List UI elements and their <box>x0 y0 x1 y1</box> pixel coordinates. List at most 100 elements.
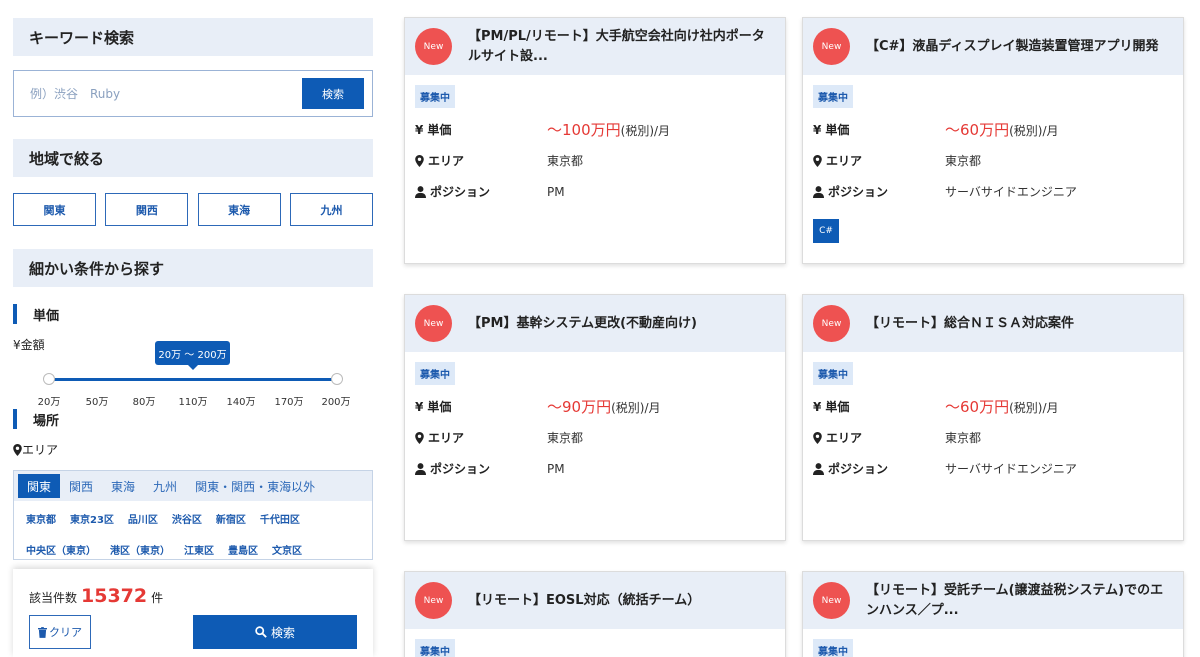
ward-link[interactable]: 東京23区 <box>70 511 114 526</box>
ward-list: 東京都 東京23区 品川区 渋谷区 新宿区 千代田区 中央区（東京） 港区（東京… <box>14 501 354 559</box>
position-row: ポジション PM <box>415 176 775 207</box>
price-subheading-label: 単価 <box>33 308 60 324</box>
ward-link[interactable]: 豊島区 <box>228 542 258 557</box>
clear-button[interactable]: クリア <box>29 615 91 649</box>
job-card-body: 募集中 <box>405 629 785 657</box>
slider-max-handle[interactable] <box>331 373 343 385</box>
job-card-header: New 【リモート】EOSL対応（統括チーム） <box>405 572 785 629</box>
new-badge: New <box>813 28 850 65</box>
ward-link[interactable]: 品川区 <box>128 511 158 526</box>
status-badge: 募集中 <box>415 85 455 108</box>
job-card-header: New 【リモート】受託チーム(譲渡益税システム)でのエンハンス／プ... <box>803 572 1183 629</box>
trash-icon <box>38 626 47 638</box>
tab-kanto[interactable]: 関東 <box>18 474 61 498</box>
ward-link[interactable]: 文京区 <box>272 542 302 557</box>
area-tabs-box: 関東 関西 東海 九州 関東・関西・東海以外 東京都 東京23区 品川区 渋谷区… <box>13 470 373 560</box>
region-button-kyushu[interactable]: 九州 <box>289 193 373 226</box>
job-title[interactable]: 【PM/PL/リモート】大手航空会社向け社内ポータルサイト設... <box>468 27 785 67</box>
new-badge: New <box>813 305 850 342</box>
position-label-text: ポジション <box>828 185 889 199</box>
area-row: エリア 東京都 <box>415 145 775 176</box>
area-value: 東京都 <box>945 431 982 445</box>
job-card-header: New 【C#】液晶ディスプレイ製造装置管理アプリ開発 <box>803 18 1183 75</box>
new-badge: New <box>415 28 452 65</box>
ward-link[interactable]: 東京都 <box>26 511 56 526</box>
job-card[interactable]: New 【C#】液晶ディスプレイ製造装置管理アプリ開発 募集中 ¥ 単価 〜60万… <box>802 17 1184 264</box>
map-pin-icon <box>13 443 22 456</box>
job-card[interactable]: New 【PM/PL/リモート】大手航空会社向け社内ポータルサイト設... 募集… <box>404 17 786 264</box>
job-card-header: New 【PM/PL/リモート】大手航空会社向け社内ポータルサイト設... <box>405 18 785 75</box>
position-label: ポジション <box>415 183 547 200</box>
search-button[interactable]: 検索 <box>193 615 357 649</box>
area-label: エリア <box>415 152 547 169</box>
position-value: PM <box>547 461 565 476</box>
position-row: ポジション PM <box>415 453 775 484</box>
count-actions: クリア 検索 <box>29 615 357 649</box>
price-unit: (税別)/月 <box>1009 124 1059 138</box>
tab-kyushu[interactable]: 九州 <box>144 474 186 498</box>
price-amount: 〜60万円 <box>945 398 1010 416</box>
person-icon <box>813 185 824 198</box>
status-badge: 募集中 <box>415 362 455 385</box>
job-title[interactable]: 【PM】基幹システム更改(不動産向け) <box>468 314 707 334</box>
detail-heading: 細かい条件から探す <box>13 249 373 287</box>
ward-link[interactable]: 港区（東京） <box>110 542 170 557</box>
price-row: ¥ 単価 〜100万円(税別)/月 <box>415 114 775 145</box>
area-label-text: エリア <box>428 154 465 168</box>
new-badge: New <box>415 582 452 619</box>
ward-link[interactable]: 江東区 <box>184 542 214 557</box>
skill-tag[interactable]: C# <box>813 219 839 243</box>
region-button-kansai[interactable]: 関西 <box>105 193 189 226</box>
tab-other[interactable]: 関東・関西・東海以外 <box>186 474 324 498</box>
area-value: 東京都 <box>945 154 982 168</box>
job-title[interactable]: 【C#】液晶ディスプレイ製造装置管理アプリ開発 <box>866 37 1169 57</box>
ward-link[interactable]: 新宿区 <box>216 511 246 526</box>
price-label-text: 単価 <box>825 400 850 414</box>
area-label-row: エリア <box>13 441 373 458</box>
ward-link[interactable]: 中央区（東京） <box>26 542 96 557</box>
job-card[interactable]: New 【リモート】EOSL対応（統括チーム） 募集中 <box>404 571 786 657</box>
yen-icon: ¥ <box>415 122 424 137</box>
tab-kansai[interactable]: 関西 <box>60 474 102 498</box>
price-slider[interactable]: 20万 〜 200万 20万 50万 80万 110万 140万 170万 20… <box>13 341 373 411</box>
map-pin-icon <box>415 431 424 444</box>
sidebar: キーワード検索 検索 地域で絞る 関東 関西 東海 九州 細かい条件から探す 単… <box>13 0 373 657</box>
ward-link[interactable]: 千代田区 <box>260 511 300 526</box>
keyword-search-button[interactable]: 検索 <box>302 78 364 109</box>
keyword-input[interactable] <box>30 86 280 101</box>
position-label: ポジション <box>813 183 945 200</box>
position-value: サーバサイドエンジニア <box>945 185 1077 199</box>
region-button-tokai[interactable]: 東海 <box>197 193 281 226</box>
region-button-kanto[interactable]: 関東 <box>13 193 96 226</box>
price-label-text: 単価 <box>427 123 452 137</box>
slider-min-handle[interactable] <box>43 373 55 385</box>
area-row: エリア 東京都 <box>813 422 1173 453</box>
position-label-text: ポジション <box>828 462 889 476</box>
price-subheading: 単価 <box>13 304 373 324</box>
price-label: ¥ 単価 <box>415 398 547 415</box>
price-unit: (税別)/月 <box>611 401 661 415</box>
job-card[interactable]: New 【リモート】総合ＮＩＳＡ対応案件 募集中 ¥ 単価 〜60万円(税別)/月… <box>802 294 1184 541</box>
person-icon <box>415 462 426 475</box>
job-title[interactable]: 【リモート】EOSL対応（統括チーム） <box>468 591 710 611</box>
price-amount: 〜100万円 <box>547 121 621 139</box>
job-card[interactable]: New 【PM】基幹システム更改(不動産向け) 募集中 ¥ 単価 〜90万円(税別… <box>404 294 786 541</box>
ward-link[interactable]: 渋谷区 <box>172 511 202 526</box>
person-icon <box>415 185 426 198</box>
price-amount: 〜90万円 <box>547 398 612 416</box>
yen-icon: ¥ <box>415 399 424 414</box>
price-row: ¥ 単価 〜60万円(税別)/月 <box>813 391 1173 422</box>
job-title[interactable]: 【リモート】受託チーム(譲渡益税システム)でのエンハンス／プ... <box>866 581 1183 621</box>
job-title[interactable]: 【リモート】総合ＮＩＳＡ対応案件 <box>866 314 1084 334</box>
map-pin-icon <box>813 431 822 444</box>
tab-tokai[interactable]: 東海 <box>102 474 144 498</box>
slider-tooltip: 20万 〜 200万 <box>155 341 230 370</box>
result-count-panel: 該当件数 15372 件 クリア 検索 <box>13 569 373 657</box>
clear-button-label: クリア <box>49 626 82 639</box>
area-value: 東京都 <box>547 431 584 445</box>
position-label: ポジション <box>415 460 547 477</box>
position-label: ポジション <box>813 460 945 477</box>
slider-track[interactable] <box>49 378 337 381</box>
job-card[interactable]: New 【リモート】受託チーム(譲渡益税システム)でのエンハンス／プ... 募集… <box>802 571 1184 657</box>
keyword-heading: キーワード検索 <box>13 18 373 56</box>
